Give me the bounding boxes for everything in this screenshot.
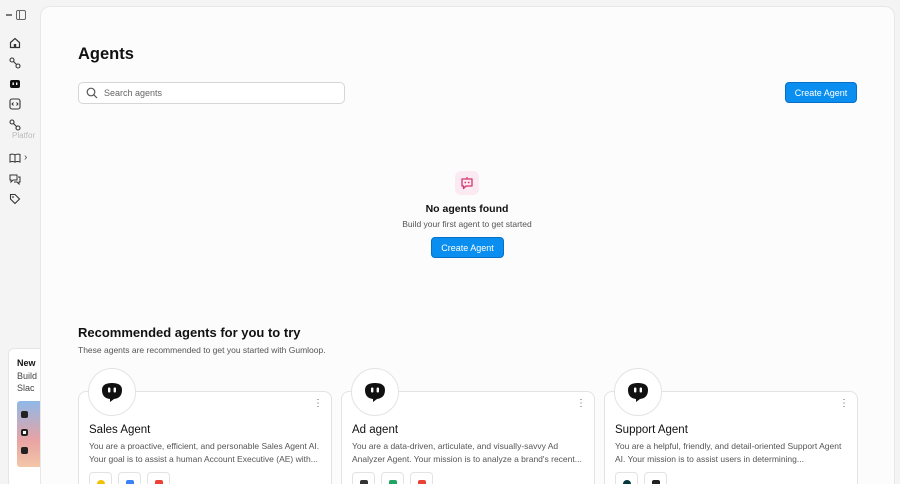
agent-description: You are a data-driven, articulate, and v… [352,441,582,464]
tool-icon-2 [118,472,141,484]
agent-name: Support Agent [615,424,688,436]
robot-chat-icon [455,171,479,195]
sidebar: Platfor › New Build Slac [0,0,44,484]
empty-state-title: No agents found [425,203,509,215]
search-box[interactable] [78,82,345,104]
agent-description: You are a proactive, efficient, and pers… [89,441,320,464]
agent-tools [615,472,667,484]
tag-icon[interactable] [8,192,22,206]
agent-avatar-icon [351,368,399,416]
agent-tools [352,472,433,484]
agent-name: Ad agent [352,424,399,436]
more-options-icon[interactable]: ⋮ [839,399,849,409]
notion-icon [644,472,667,484]
home-icon[interactable] [8,36,22,50]
recommended-subtitle: These agents are recommended to get you … [78,345,326,355]
agent-card-support[interactable]: ⋮ Support Agent You are a helpful, frien… [604,368,858,484]
main-panel: Agents Create Agent No agents found Buil… [40,6,895,484]
agent-tools [89,472,170,484]
app: Platfor › New Build Slac Agents Search a… [0,0,900,484]
promo-title: New [17,358,36,368]
agents-icon[interactable] [8,77,22,91]
agent-avatar-icon [88,368,136,416]
code-icon[interactable] [8,97,22,111]
agent-avatar-icon [614,368,662,416]
agent-name: Sales Agent [89,424,151,436]
gmail-icon [147,472,170,484]
create-agent-button[interactable]: Create Agent [785,82,857,103]
agent-description: You are a helpful, friendly, and detail-… [615,441,842,464]
docs-book-icon[interactable] [8,151,22,165]
grid-app-icon [352,472,375,484]
minimize-icon[interactable] [6,14,12,16]
chat-icon[interactable] [8,172,22,186]
search-input[interactable] [104,88,324,98]
search-icon [86,87,98,99]
gmail-icon [410,472,433,484]
recommended-title: Recommended agents for you to try [78,325,301,340]
empty-state-subtitle: Build your first agent to get started [402,219,532,229]
workflow-icon[interactable] [8,56,22,70]
sidebar-tooltip: Platfor [12,131,36,140]
agent-card-sales[interactable]: ⋮ Sales Agent You are a proactive, effic… [78,368,332,484]
more-options-icon[interactable]: ⋮ [576,399,586,409]
zendesk-icon [615,472,638,484]
agent-card-ad[interactable]: ⋮ Ad agent You are a data-driven, articu… [341,368,595,484]
page-title: Agents [78,45,134,63]
chevron-right-icon[interactable]: › [24,152,27,163]
promo-card[interactable]: New Build Slac [8,348,44,484]
integrations-icon[interactable] [8,118,22,132]
empty-state-create-button[interactable]: Create Agent [431,237,504,258]
sidebar-toggle-icon[interactable] [16,10,26,20]
window-controls [6,10,26,20]
promo-line-2: Slac [17,383,35,393]
tool-icon-1 [89,472,112,484]
sheets-icon [381,472,404,484]
more-options-icon[interactable]: ⋮ [313,399,323,409]
promo-line-1: Build [17,371,38,381]
